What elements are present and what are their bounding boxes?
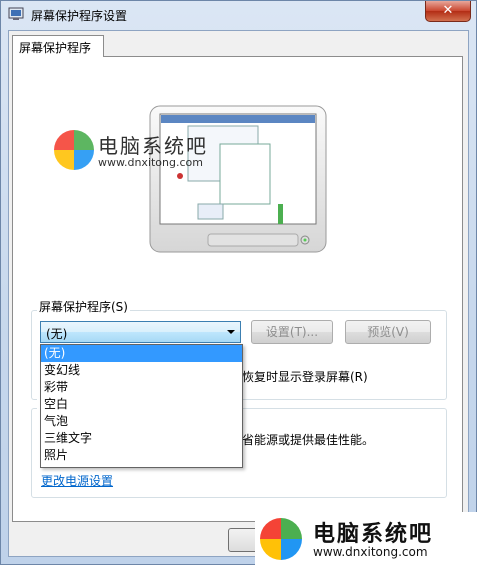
dropdown-option[interactable]: 彩带 — [41, 379, 242, 396]
watermark-url: www.dnxitong.com — [313, 545, 428, 559]
preview-button[interactable]: 预览(V) — [345, 320, 431, 344]
dropdown-option[interactable]: 变幻线 — [41, 362, 242, 379]
screensaver-selected-value: (无) — [46, 327, 68, 341]
watermark-logo-corner: 电脑系统吧 www.dnxitong.com — [255, 512, 477, 565]
tab-screensaver[interactable]: 屏幕保护程序 — [12, 35, 104, 57]
dropdown-option[interactable]: 三维文字 — [41, 430, 242, 447]
screensaver-dropdown-list: (无) 变幻线 彩带 空白 气泡 三维文字 照片 — [40, 344, 243, 468]
close-icon: ✕ — [442, 3, 454, 18]
chevron-down-icon — [227, 330, 235, 334]
watermark-name: 电脑系统吧 — [313, 522, 434, 547]
dropdown-option[interactable]: 气泡 — [41, 413, 242, 430]
settings-button[interactable]: 设置(T)... — [251, 320, 333, 344]
watermark-pinwheel-icon — [54, 130, 94, 170]
watermark-name: 电脑系统吧 — [98, 134, 208, 158]
power-description: 省能源或提供最佳性能。 — [242, 433, 375, 447]
screensaver-select[interactable]: (无) — [40, 321, 241, 343]
close-button[interactable]: ✕ — [425, 1, 471, 22]
watermark-url: www.dnxitong.com — [98, 156, 203, 169]
dropdown-option[interactable]: 照片 — [41, 447, 242, 464]
title-bar: 屏幕保护程序设置 ✕ — [1, 1, 476, 29]
change-power-settings-link[interactable]: 更改电源设置 — [41, 472, 113, 489]
dropdown-option[interactable]: 空白 — [41, 396, 242, 413]
dropdown-option[interactable]: (无) — [41, 345, 242, 362]
window-title: 屏幕保护程序设置 — [31, 9, 128, 23]
screensaver-app-icon — [8, 7, 24, 20]
watermark-pinwheel-icon — [260, 518, 302, 560]
watermark-logo-overlay: 电脑系统吧 www.dnxitong.com — [52, 128, 242, 180]
screensaver-group-label: 屏幕保护程序(S) — [37, 298, 130, 315]
resume-logon-checkbox-label[interactable]: 恢复时显示登录屏幕(R) — [242, 368, 368, 385]
